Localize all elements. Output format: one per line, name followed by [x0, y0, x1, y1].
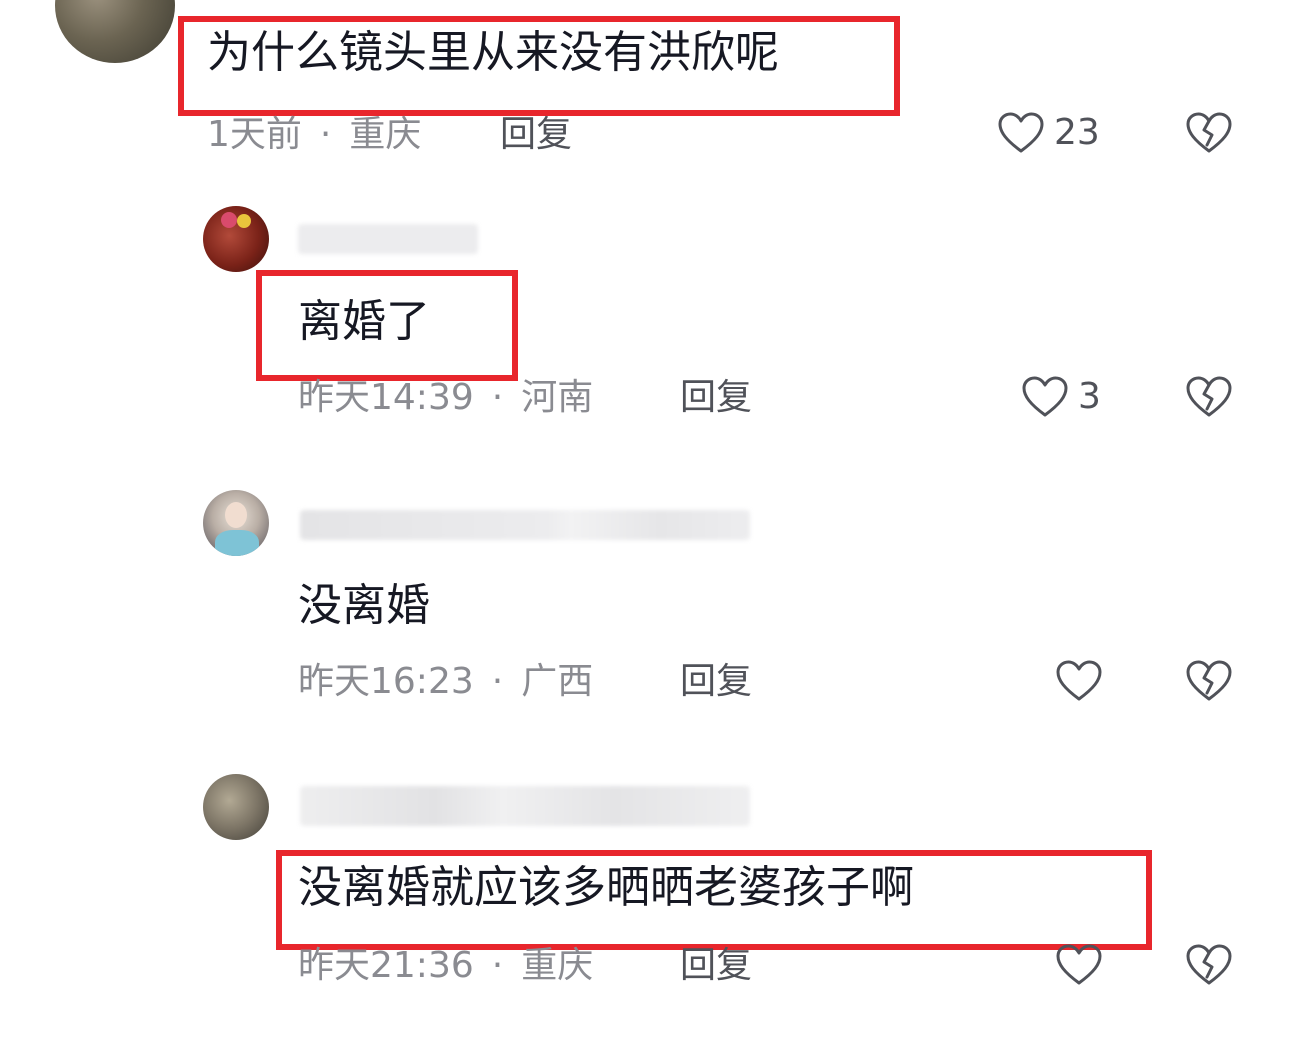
heart-outline-icon — [998, 112, 1044, 153]
meta-separator: · — [491, 661, 504, 702]
comment-1-reply-button[interactable]: 回复 — [500, 115, 572, 155]
comment-1-location: 重庆 — [349, 114, 422, 155]
broken-heart-icon — [1186, 376, 1232, 417]
comment-2-highlight-box — [256, 270, 518, 381]
comment-1-avatar[interactable] — [55, 0, 175, 63]
comment-4-dislike-button[interactable] — [1186, 944, 1232, 986]
comment-1-meta: 1天前 · 重庆 — [207, 115, 421, 155]
comment-3-like-button[interactable] — [1056, 660, 1102, 702]
comment-4-reply-button[interactable]: 回复 — [680, 946, 752, 986]
comment-2-time: 昨天14:39 — [298, 377, 474, 418]
comment-1-like-button[interactable]: 23 — [998, 112, 1100, 154]
comment-4-location: 重庆 — [521, 945, 594, 986]
comment-2-avatar[interactable] — [203, 206, 269, 272]
comment-2-reply-button[interactable]: 回复 — [680, 378, 752, 418]
comment-2-like-count: 3 — [1078, 376, 1101, 417]
comment-1-dislike-button[interactable] — [1186, 112, 1232, 154]
comment-3-location: 广西 — [521, 661, 594, 702]
comment-4-avatar[interactable] — [203, 774, 269, 840]
avatar-decoration — [225, 502, 247, 528]
avatar-decoration — [221, 212, 237, 228]
heart-outline-icon — [1056, 660, 1102, 701]
meta-separator: · — [491, 377, 504, 418]
meta-separator: · — [491, 945, 504, 986]
comment-1-highlight-box — [178, 16, 900, 116]
broken-heart-icon — [1186, 944, 1232, 985]
comment-4-highlight-box — [276, 850, 1152, 950]
comment-4-time: 昨天21:36 — [298, 945, 474, 986]
heart-outline-icon — [1022, 376, 1068, 417]
comment-4-like-button[interactable] — [1056, 944, 1102, 986]
comment-1-time: 1天前 — [207, 114, 302, 155]
heart-outline-icon — [1056, 944, 1102, 985]
comment-3-text: 没离婚 — [298, 580, 430, 631]
avatar-decoration — [237, 214, 251, 228]
comment-3-meta: 昨天16:23 · 广西 — [298, 662, 593, 702]
comment-2-username-blurred — [298, 224, 478, 254]
broken-heart-icon — [1186, 660, 1232, 701]
comment-3-dislike-button[interactable] — [1186, 660, 1232, 702]
comment-3-avatar[interactable] — [203, 490, 269, 556]
comment-4-meta: 昨天21:36 · 重庆 — [298, 946, 593, 986]
avatar-decoration — [215, 530, 259, 556]
comment-2-meta: 昨天14:39 · 河南 — [298, 378, 593, 418]
comment-3-reply-button[interactable]: 回复 — [680, 662, 752, 702]
comment-1-like-count: 23 — [1054, 112, 1100, 153]
comment-3-time: 昨天16:23 — [298, 661, 474, 702]
meta-separator: · — [319, 114, 332, 155]
comment-4-username-blurred — [300, 786, 750, 826]
comment-2-like-button[interactable]: 3 — [1022, 376, 1101, 418]
broken-heart-icon — [1186, 112, 1232, 153]
comment-3-username-blurred — [300, 510, 750, 540]
comment-2-dislike-button[interactable] — [1186, 376, 1232, 418]
comment-2-location: 河南 — [521, 377, 594, 418]
